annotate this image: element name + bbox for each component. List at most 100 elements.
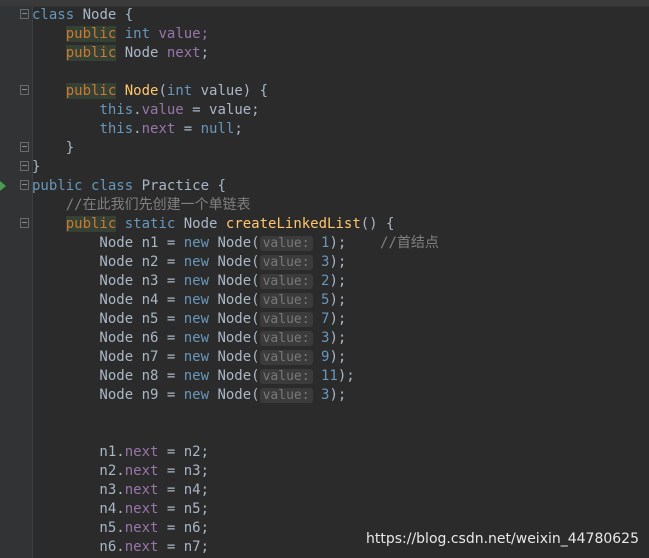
- code-token: Node: [124, 83, 159, 99]
- code-token: .: [133, 121, 142, 137]
- code-line[interactable]: n5.next = n6;: [32, 519, 209, 538]
- fold-icon[interactable]: [20, 9, 29, 19]
- code-line[interactable]: public Node(int value) {: [32, 82, 268, 101]
- code-line[interactable]: }: [32, 158, 40, 177]
- code-token: = n2;: [158, 444, 210, 460]
- code-line[interactable]: public int value;: [32, 25, 209, 44]
- code-token: Node(: [209, 254, 260, 270]
- code-line[interactable]: Node n6 = new Node(value: 3);: [32, 329, 346, 348]
- code-token: next: [124, 444, 159, 460]
- code-token: new: [183, 254, 210, 270]
- code-token: new: [183, 349, 210, 365]
- code-line[interactable]: public static Node createLinkedList() {: [32, 215, 394, 234]
- code-line[interactable]: Node n9 = new Node(value: 3);: [32, 386, 346, 405]
- code-token: new: [183, 330, 210, 346]
- code-token: ;: [234, 121, 243, 137]
- code-token: Node n2 =: [32, 254, 184, 270]
- code-token: Node n6 =: [32, 330, 184, 346]
- code-token: next: [124, 501, 159, 517]
- code-token: new: [183, 311, 210, 327]
- code-line[interactable]: n1.next = n2;: [32, 443, 209, 462]
- code-token: next: [124, 482, 159, 498]
- code-token: Node: [175, 216, 226, 232]
- code-token: Node n8 =: [32, 368, 184, 384]
- code-line[interactable]: this.value = value;: [32, 101, 260, 120]
- code-token: n2.: [32, 463, 125, 479]
- fold-icon[interactable]: [20, 142, 29, 152]
- parameter-hint: value:: [259, 255, 313, 270]
- code-line[interactable]: n3.next = n4;: [32, 481, 209, 500]
- code-line[interactable]: class Node {: [32, 6, 133, 25]
- fold-icon[interactable]: [20, 218, 29, 228]
- code-token: );: [337, 368, 355, 384]
- code-line[interactable]: n4.next = n5;: [32, 500, 209, 519]
- code-token: next: [124, 539, 159, 555]
- code-line[interactable]: public Node next;: [32, 44, 209, 63]
- fold-icon[interactable]: [20, 85, 29, 95]
- watermark: https://blog.csdn.net/weixin_44780625: [365, 531, 639, 547]
- parameter-hint: value:: [259, 331, 313, 346]
- code-token: = n3;: [158, 463, 210, 479]
- code-token: next: [141, 121, 176, 137]
- code-line[interactable]: Node n5 = new Node(value: 7);: [32, 310, 346, 329]
- code-token: value;: [150, 26, 210, 42]
- code-line[interactable]: Node n7 = new Node(value: 9);: [32, 348, 346, 367]
- parameter-hint: value:: [259, 293, 313, 308]
- code-token: Node: [116, 45, 167, 61]
- code-line[interactable]: n2.next = n3;: [32, 462, 209, 481]
- code-editor[interactable]: class Node { public int value; public No…: [32, 6, 649, 558]
- code-token: //首结点: [380, 235, 439, 251]
- code-token: new: [183, 387, 210, 403]
- code-token: () {: [360, 216, 395, 232]
- code-token: Node(: [209, 387, 260, 403]
- code-token: new: [183, 273, 210, 289]
- code-token: = value;: [183, 102, 260, 118]
- code-line[interactable]: this.next = null;: [32, 120, 243, 139]
- code-line[interactable]: n6.next = n7;: [32, 538, 209, 557]
- code-token: }: [32, 140, 75, 156]
- code-line[interactable]: //在此我们先创建一个单链表: [32, 196, 251, 215]
- code-token: }: [32, 159, 41, 175]
- code-token: Node {: [74, 7, 134, 23]
- code-line[interactable]: }: [32, 139, 74, 158]
- run-icon[interactable]: [0, 181, 6, 191]
- code-token: 11: [321, 368, 338, 384]
- code-token: n3.: [32, 482, 125, 498]
- code-token: =: [175, 121, 201, 137]
- code-token: );: [329, 387, 347, 403]
- code-line[interactable]: Node n8 = new Node(value: 11);: [32, 367, 355, 386]
- code-token: static: [124, 216, 176, 232]
- parameter-hint: value:: [259, 369, 313, 384]
- fold-icon[interactable]: [20, 180, 29, 190]
- code-token: Node(: [209, 273, 260, 289]
- code-line[interactable]: Node n3 = new Node(value: 2);: [32, 272, 346, 291]
- code-token: Node(: [209, 311, 260, 327]
- code-token: next: [124, 463, 159, 479]
- parameter-hint: value:: [259, 350, 313, 365]
- code-token: Node n1 =: [32, 235, 184, 251]
- code-token: = n5;: [158, 501, 210, 517]
- code-token: Node n9 =: [32, 387, 184, 403]
- code-token: Node n4 =: [32, 292, 184, 308]
- code-token: );: [329, 349, 347, 365]
- code-token: = n7;: [158, 539, 210, 555]
- code-token: );: [329, 311, 347, 327]
- code-token: n6.: [32, 539, 125, 555]
- code-line[interactable]: Node n1 = new Node(value: 1); //首结点: [32, 234, 439, 253]
- code-token: int: [124, 26, 151, 42]
- code-token: (: [158, 83, 167, 99]
- code-line[interactable]: public class Practice {: [32, 177, 226, 196]
- code-token: //在此我们先创建一个单链表: [32, 197, 251, 213]
- fold-icon[interactable]: [20, 161, 29, 171]
- code-line[interactable]: Node n4 = new Node(value: 5);: [32, 291, 346, 310]
- code-line[interactable]: Node n2 = new Node(value: 3);: [32, 253, 346, 272]
- code-token: Node(: [209, 292, 260, 308]
